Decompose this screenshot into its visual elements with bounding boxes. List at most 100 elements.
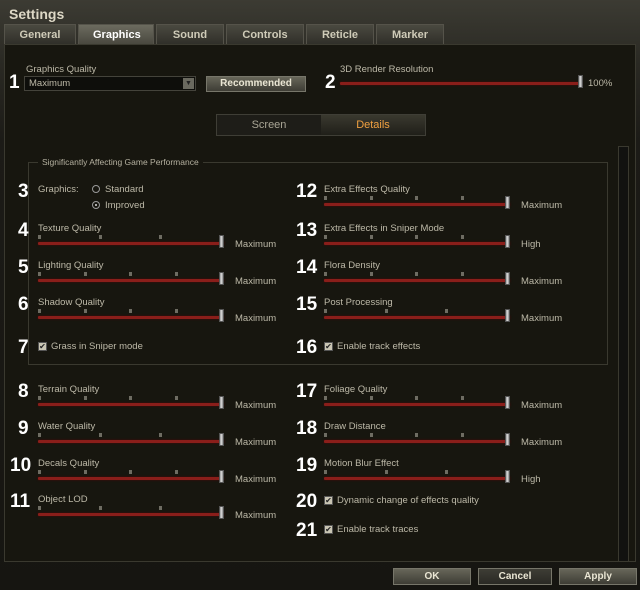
annotation-number: 21 <box>296 520 318 541</box>
slider-track[interactable] <box>324 196 510 209</box>
slider-track[interactable] <box>38 272 224 285</box>
slider-track[interactable] <box>38 235 224 248</box>
slider-track[interactable] <box>38 309 224 322</box>
slider-handle[interactable] <box>219 506 224 519</box>
slider-handle[interactable] <box>505 196 510 209</box>
slider-tick <box>159 506 163 510</box>
subtab-screen[interactable]: Screen <box>217 115 321 135</box>
scrollbar[interactable] <box>618 146 629 562</box>
slider-tick <box>38 396 41 400</box>
tab-sound[interactable]: Sound <box>156 24 224 44</box>
slider-tick <box>83 470 87 474</box>
slider-track[interactable] <box>324 470 510 483</box>
render-resolution-label: 3D Render Resolution <box>340 64 434 75</box>
tab-general[interactable]: General <box>4 24 76 44</box>
checkbox[interactable]: ✔ <box>324 496 333 505</box>
slider-handle[interactable] <box>505 470 510 483</box>
slider-track[interactable] <box>324 272 510 285</box>
slider-label: Draw Distance <box>324 421 386 432</box>
slider-tick <box>324 433 327 437</box>
subtab-details[interactable]: Details <box>321 115 425 135</box>
slider-track[interactable] <box>324 396 510 409</box>
checkbox-label: Dynamic change of effects quality <box>337 495 479 506</box>
slider-label: Object LOD <box>38 494 88 505</box>
slider-tick <box>38 309 41 313</box>
slider-tick <box>38 433 41 437</box>
slider-track[interactable] <box>324 309 510 322</box>
recommended-button[interactable]: Recommended <box>206 76 306 92</box>
annotation-number: 5 <box>18 257 29 278</box>
slider-track[interactable] <box>38 396 224 409</box>
slider-tick <box>324 196 327 200</box>
slider-track[interactable] <box>38 433 224 446</box>
slider-tick <box>384 470 388 474</box>
slider-tick <box>174 396 178 400</box>
tab-marker[interactable]: Marker <box>376 24 444 44</box>
slider-tick <box>384 309 388 313</box>
slider-handle[interactable] <box>578 75 583 88</box>
settings-window: Settings General Graphics Sound Controls Ret… <box>0 0 640 590</box>
slider-handle[interactable] <box>219 272 224 285</box>
slider-label: Flora Density <box>324 260 380 271</box>
graphics-quality-dropdown[interactable]: Maximum ▼ <box>24 76 196 91</box>
tab-controls[interactable]: Controls <box>226 24 304 44</box>
slider-tick <box>38 470 41 474</box>
annotation-number: 6 <box>18 294 29 315</box>
slider-tick <box>129 309 132 313</box>
slider-tick <box>415 235 418 239</box>
radio-standard[interactable] <box>92 185 100 193</box>
render-resolution-slider[interactable] <box>340 75 583 88</box>
slider-track[interactable] <box>324 433 510 446</box>
tab-graphics[interactable]: Graphics <box>78 24 154 44</box>
radio-improved[interactable] <box>92 201 100 209</box>
annotation-number: 9 <box>18 418 29 439</box>
annotation-number: 14 <box>296 257 318 278</box>
slider-tick <box>98 433 102 437</box>
slider-track[interactable] <box>324 235 510 248</box>
chevron-down-icon[interactable]: ▼ <box>183 78 194 89</box>
slider-handle[interactable] <box>505 272 510 285</box>
slider-handle[interactable] <box>505 309 510 322</box>
checkbox[interactable]: ✔ <box>324 342 333 351</box>
cancel-button[interactable]: Cancel <box>478 568 552 585</box>
slider-value: Maximum <box>235 313 277 324</box>
slider-label: Shadow Quality <box>38 297 105 308</box>
slider-tick <box>129 470 132 474</box>
slider-tick <box>38 272 41 276</box>
slider-value: High <box>521 474 541 485</box>
slider-label: Foliage Quality <box>324 384 388 395</box>
radio-standard-label: Standard <box>105 184 144 195</box>
annotation-number: 2 <box>325 72 336 93</box>
slider-handle[interactable] <box>219 433 224 446</box>
ok-button[interactable]: OK <box>393 568 471 585</box>
slider-tick <box>369 196 373 200</box>
slider-handle[interactable] <box>219 235 224 248</box>
slider-handle[interactable] <box>219 396 224 409</box>
annotation-number: 11 <box>10 491 31 512</box>
slider-value: Maximum <box>235 437 277 448</box>
slider-handle[interactable] <box>505 396 510 409</box>
slider-handle[interactable] <box>505 235 510 248</box>
slider-tick <box>98 506 102 510</box>
slider-handle[interactable] <box>219 309 224 322</box>
slider-tick <box>415 433 418 437</box>
slider-tick <box>460 396 464 400</box>
apply-button[interactable]: Apply <box>559 568 637 585</box>
slider-track[interactable] <box>38 470 224 483</box>
slider-tick <box>445 470 449 474</box>
slider-handle[interactable] <box>219 470 224 483</box>
slider-tick <box>460 433 464 437</box>
checkbox[interactable]: ✔ <box>324 525 333 534</box>
slider-track[interactable] <box>38 506 224 519</box>
slider-value: Maximum <box>235 400 277 411</box>
annotation-number: 15 <box>296 294 318 315</box>
checkbox[interactable]: ✔ <box>38 342 47 351</box>
tab-reticle[interactable]: Reticle <box>306 24 374 44</box>
group-title: Significantly Affecting Game Performance <box>38 157 203 167</box>
slider-handle[interactable] <box>505 433 510 446</box>
slider-tick <box>369 396 373 400</box>
slider-tick <box>129 272 132 276</box>
render-resolution-value: 100% <box>588 78 613 89</box>
slider-tick <box>174 272 178 276</box>
slider-value: Maximum <box>521 276 563 287</box>
